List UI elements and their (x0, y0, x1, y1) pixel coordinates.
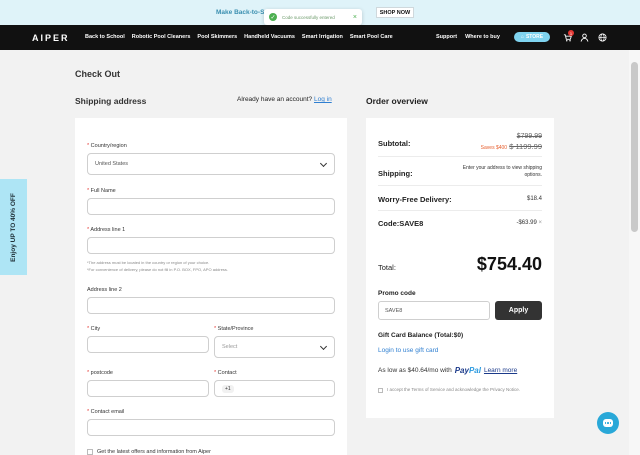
learn-more-link[interactable]: Learn more (484, 367, 517, 374)
contact-input[interactable]: +1 (214, 380, 335, 397)
full-name-label: * Full Name (87, 188, 116, 194)
divider (378, 185, 542, 186)
address-hint-1: *The address must be located in the coun… (87, 260, 210, 265)
contact-label: * Contact (214, 370, 237, 376)
nav-link-support[interactable]: Support (436, 34, 457, 40)
cart-count-badge: 1 (568, 30, 574, 36)
shipping-value: Enter your address to view shipping opti… (462, 165, 542, 178)
promo-code-input[interactable]: SAVE8 (378, 301, 490, 320)
main-navbar: AIPER Back to School Robotic Pool Cleane… (0, 25, 640, 50)
page-scrollbar[interactable] (629, 50, 640, 455)
apply-button[interactable]: Apply (495, 301, 542, 320)
promo-text[interactable]: Make Back-to-S (216, 9, 264, 16)
country-label: * Country/region (87, 143, 127, 149)
total-label: Total: (378, 263, 396, 272)
gift-card-label: Gift Card Balance (Total:$0) (378, 332, 464, 339)
store-label: STORE (525, 34, 544, 40)
store-icon: ⌂ (520, 34, 524, 40)
check-icon: ✓ (269, 13, 277, 21)
promo-code-label: Promo code (378, 290, 416, 297)
nav-link-handheld-vacuums[interactable]: Handheld Vacuums (244, 34, 295, 40)
state-select[interactable]: Select (214, 336, 335, 358)
nav-link-back-to-school[interactable]: Back to School (85, 34, 125, 40)
postcode-label: * postcode (87, 370, 113, 376)
code-discount: -$63.99 × (516, 220, 542, 226)
chevron-down-icon (319, 159, 328, 168)
toast-message: Code successfully entered (282, 14, 335, 20)
terms-text: I accept the Terms of Service and acknow… (387, 387, 520, 392)
order-overview-heading: Order overview (366, 96, 428, 106)
shipping-label: Shipping: (378, 169, 413, 178)
phone-prefix[interactable]: +1 (222, 384, 234, 393)
offers-checkbox[interactable] (87, 449, 93, 455)
paypal-line: As low as $40.64/mo with PayPal Learn mo… (378, 366, 517, 375)
worry-free-label: Worry-Free Delivery: (378, 195, 452, 204)
gift-card-login-link[interactable]: Login to use gift card (378, 347, 438, 354)
store-button[interactable]: ⌂ STORE (514, 32, 550, 42)
scrollbar-thumb[interactable] (631, 62, 638, 232)
address2-label: Address line 2 (87, 287, 122, 293)
paypal-prefix: As low as $40.64/mo with (378, 367, 452, 374)
divider (378, 210, 542, 211)
globe-icon[interactable] (597, 32, 607, 42)
code-label: Code:SAVE8 (378, 219, 424, 228)
nav-right-links: Support Where to buy (436, 34, 500, 40)
page-title: Check Out (75, 69, 121, 79)
worry-free-value: $18.4 (526, 196, 542, 202)
subtotal-strike-price: $ 1199.99 (509, 142, 542, 151)
paypal-logo: PayPal (454, 366, 481, 375)
login-link[interactable]: Log in (314, 96, 332, 103)
email-input[interactable] (87, 419, 335, 436)
close-icon[interactable]: × (353, 14, 357, 21)
nav-links: Back to School Robotic Pool Cleaners Poo… (85, 34, 393, 40)
total-value: $754.40 (476, 254, 542, 274)
postcode-input[interactable] (87, 380, 209, 397)
offers-label: Get the latest offers and information fr… (97, 449, 211, 455)
city-label: * City (87, 326, 101, 332)
address2-input[interactable] (87, 297, 335, 314)
subtotal-original-price: $799.99 (516, 133, 542, 140)
terms-checkbox[interactable] (378, 388, 383, 393)
subtotal-compare: Saves $400 $ 1199.99 (481, 142, 542, 151)
country-select[interactable]: United States (87, 153, 335, 175)
order-overview-card: Subtotal: $799.99 Saves $400 $ 1199.99 S… (366, 118, 554, 418)
shop-now-button[interactable]: SHOP NOW (376, 7, 414, 18)
nav-link-smart-pool-care[interactable]: Smart Pool Care (350, 34, 393, 40)
saves-badge: Saves $400 (480, 145, 508, 151)
remove-code-icon[interactable]: × (538, 220, 542, 226)
chat-icon (603, 419, 613, 427)
chat-button[interactable] (597, 412, 619, 434)
account-prompt: Already have an account? Log in (237, 96, 332, 103)
country-value: United States (95, 161, 129, 167)
address1-label: * Address line 1 (87, 227, 126, 233)
state-label: * State/Province (214, 326, 254, 332)
email-label: * Contact email (87, 409, 125, 415)
address1-input[interactable] (87, 237, 335, 254)
shipping-form: * Country/region United States * Full Na… (75, 118, 347, 455)
divider (378, 156, 542, 157)
account-prompt-text: Already have an account? (237, 96, 313, 103)
nav-link-smart-irrigation[interactable]: Smart Irrigation (302, 34, 343, 40)
state-placeholder: Select (222, 344, 238, 350)
city-input[interactable] (87, 336, 209, 353)
user-icon[interactable] (579, 32, 589, 42)
logo[interactable]: AIPER (32, 33, 70, 43)
full-name-input[interactable] (87, 198, 335, 215)
discount-side-tab[interactable]: Enjoy UP TO 40% OFF (0, 179, 27, 275)
code-value: -$63.99 (516, 220, 537, 226)
success-toast: ✓ Code successfully entered × (264, 9, 362, 25)
nav-link-where-to-buy[interactable]: Where to buy (465, 34, 500, 40)
nav-link-pool-skimmers[interactable]: Pool Skimmers (197, 34, 237, 40)
side-tab-text: Enjoy UP TO 40% OFF (10, 192, 17, 262)
subtotal-label: Subtotal: (378, 139, 411, 148)
address-hint-2: *For convenience of delivery, please do … (87, 267, 229, 272)
shipping-heading: Shipping address (75, 96, 147, 106)
chevron-down-icon (319, 342, 328, 351)
nav-link-robotic-pool-cleaners[interactable]: Robotic Pool Cleaners (132, 34, 191, 40)
